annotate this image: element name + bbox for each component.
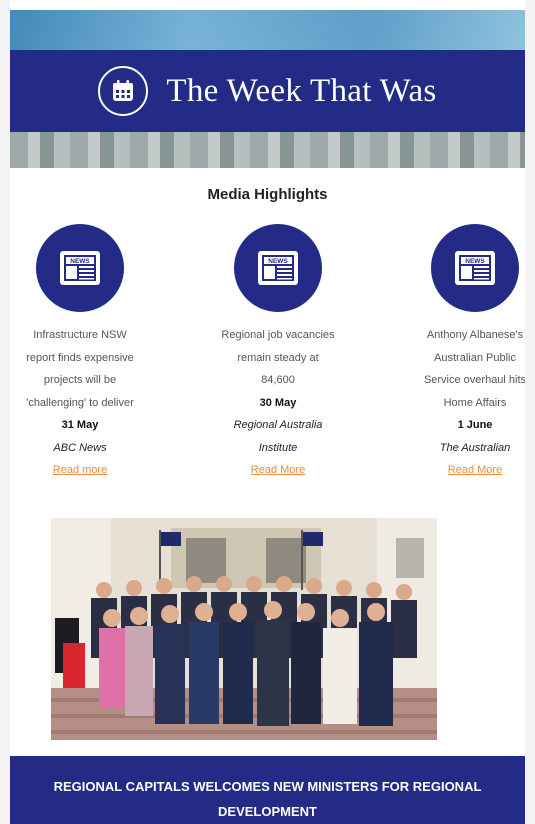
headline-line: 84,600 [261,374,295,386]
title-banner: The Week That Was [10,50,525,132]
media-item-1: NEWS Infrastructure NSW report finds exp… [15,224,145,482]
read-more-link[interactable]: Read more [15,459,145,482]
item-date: 1 June [457,419,493,431]
hero-header: The Week That Was [10,10,525,168]
headline-line: projects will be [43,374,117,386]
item-source: Regional Australia [233,419,323,431]
svg-text:NEWS: NEWS [268,258,288,265]
hero-background-land [10,128,525,168]
media-item-2: NEWS Regional job vacancies remain stead… [213,224,343,482]
page-title: The Week That Was [166,72,437,109]
item-source: ABC News [53,441,107,454]
svg-text:NEWS: NEWS [70,258,90,265]
hero-background-water [10,10,525,54]
banner-heading-line: DEVELOPMENT [218,804,317,819]
headline-line: Anthony Albanese's [426,329,524,341]
item-source: The Australian [439,441,511,454]
section-banner: REGIONAL CAPITALS WELCOMES NEW MINISTERS… [10,756,525,824]
svg-text:NEWS: NEWS [465,258,485,265]
newsletter-card: The Week That Was Media Highlights NEWS [10,0,525,824]
headline-line: 'challenging' to deliver [26,396,134,409]
headline-line: report finds expensive [26,351,134,364]
headline-line: Home Affairs [443,396,507,409]
headline-line: remain steady at [237,351,319,364]
media-highlights-heading: Media Highlights [207,186,328,203]
group-photo [51,518,437,740]
headline-line: Service overhaul hits [423,374,525,386]
item-source: Institute [258,441,298,454]
read-more-link[interactable]: Read More [213,459,343,482]
news-icon: NEWS [431,224,519,312]
media-highlights-list: NEWS Infrastructure NSW report finds exp… [10,224,525,484]
headline-line: Regional job vacancies [221,329,335,341]
headline-line: Australian Public [434,351,516,364]
media-item-3: NEWS Anthony Albanese's Australian Publi… [413,224,525,482]
item-date: 31 May [61,419,99,431]
calendar-icon [98,66,149,116]
banner-heading-line: REGIONAL CAPITALS WELCOMES NEW MINISTERS… [53,779,482,794]
news-icon: NEWS [234,224,322,312]
read-more-link[interactable]: Read More [413,459,525,482]
item-date: 30 May [259,396,297,409]
news-icon: NEWS [36,224,124,312]
headline-line: Infrastructure NSW [33,329,127,341]
